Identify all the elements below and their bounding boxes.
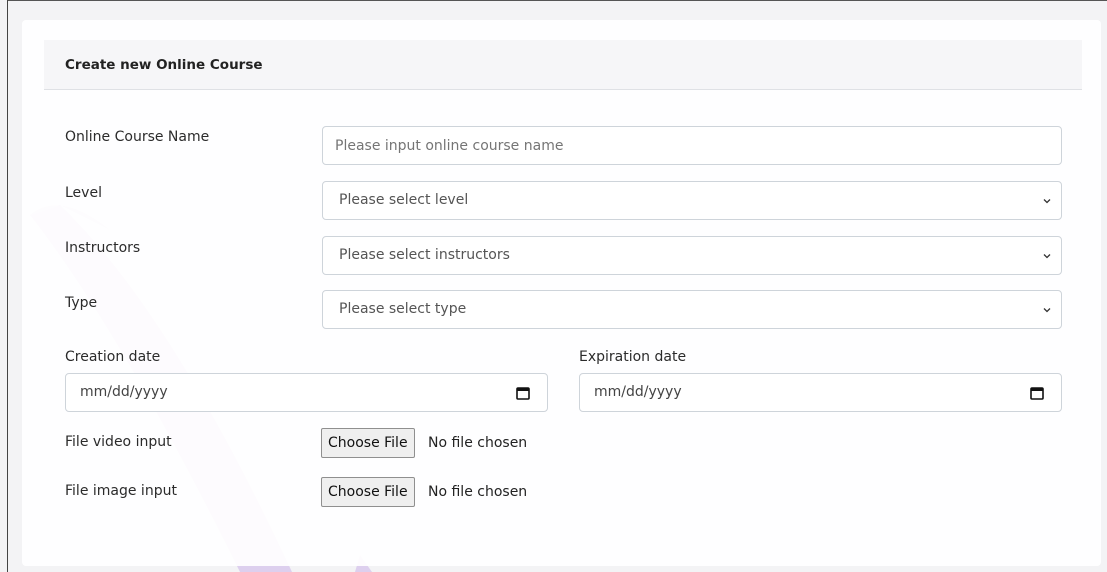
expiration-date-label: Expiration date [579,349,687,365]
calendar-icon[interactable] [1030,386,1044,400]
window-frame-top [7,0,1107,1]
video-choose-file-button[interactable]: Choose File [321,428,415,458]
calendar-icon[interactable] [516,386,530,400]
instructors-select[interactable]: Please select instructors [322,236,1062,275]
type-label: Type [65,295,98,311]
creation-date-value: mm/dd/yyyy [80,384,168,400]
level-select[interactable]: Please select level [322,181,1062,220]
card-header: Create new Online Course [44,40,1082,90]
image-choose-file-button[interactable]: Choose File [321,477,415,507]
expiration-date-input[interactable]: mm/dd/yyyy [579,373,1062,412]
level-label: Level [65,185,102,201]
instructors-label: Instructors [65,240,141,256]
video-file-status: No file chosen [428,435,528,451]
creation-date-input[interactable]: mm/dd/yyyy [65,373,548,412]
image-file-status: No file chosen [428,484,528,500]
level-select-value: Please select level [339,192,469,208]
image-file-label: File image input [65,483,177,499]
instructors-select-value: Please select instructors [339,247,510,263]
chevron-down-icon [1043,254,1051,259]
expiration-date-value: mm/dd/yyyy [594,384,682,400]
type-select[interactable]: Please select type [322,290,1062,329]
course-name-label: Online Course Name [65,129,210,145]
type-select-value: Please select type [339,301,467,317]
video-file-label: File video input [65,434,172,450]
creation-date-label: Creation date [65,349,161,365]
window-frame-left [7,0,8,572]
chevron-down-icon [1043,199,1051,204]
course-name-input[interactable] [322,126,1062,165]
chevron-down-icon [1043,308,1051,313]
page-title: Create new Online Course [65,57,263,73]
